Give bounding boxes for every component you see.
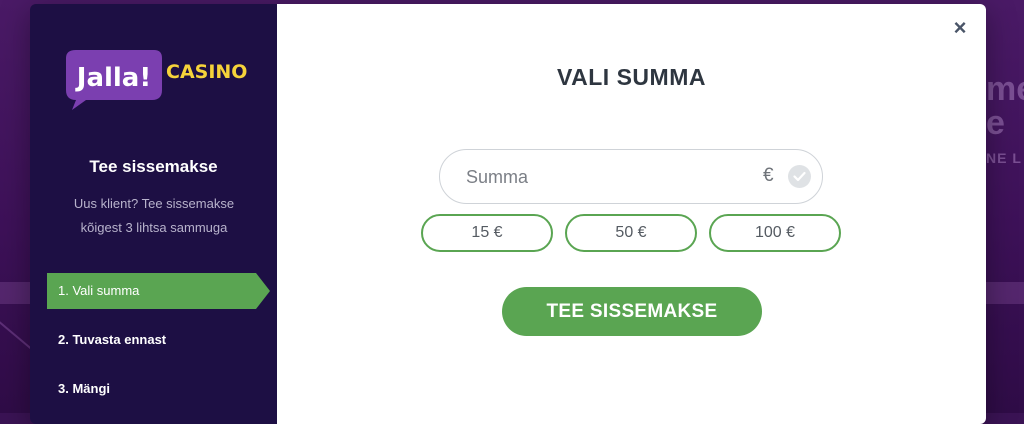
close-icon[interactable]: × <box>950 17 970 39</box>
sidebar-title: Tee sissemakse <box>89 157 218 176</box>
check-icon <box>788 165 811 188</box>
logo-word: Jalla! <box>75 63 151 93</box>
currency-symbol: € <box>763 165 774 186</box>
background-subtext-fragment: NE L <box>986 150 1022 166</box>
modal-title: VALI SUMMA <box>557 64 706 90</box>
logo-suffix: CASINO <box>166 61 247 83</box>
step-verify-identity: 2. Tuvasta ennast <box>58 332 167 347</box>
deposit-submit-button[interactable]: TEE SISSEMAKSE <box>502 287 762 336</box>
deposit-sidebar: Jalla! CASINO Tee sissemakse Uus klient?… <box>30 4 277 424</box>
step-play: 3. Mängi <box>58 381 111 396</box>
deposit-main-panel: × VALI SUMMA € 15 € 50 € 100 € TEE SISSE… <box>277 4 986 424</box>
step-select-amount: 1. Vali summa <box>47 273 270 309</box>
amount-field: € <box>439 149 823 205</box>
amount-input[interactable] <box>464 150 758 205</box>
deposit-modal: Jalla! CASINO Tee sissemakse Uus klient?… <box>30 4 986 424</box>
preset-15-button[interactable]: 15 € <box>421 214 553 252</box>
sidebar-subtitle: Uus klient? Tee sissemakse kõigest 3 lih… <box>73 196 235 235</box>
background-decoration <box>0 310 34 352</box>
preset-50-button[interactable]: 50 € <box>565 214 697 252</box>
background-headline-fragment: e <box>986 104 1005 142</box>
jalla-casino-logo: Jalla! CASINO <box>66 50 247 110</box>
preset-100-button[interactable]: 100 € <box>709 214 841 252</box>
